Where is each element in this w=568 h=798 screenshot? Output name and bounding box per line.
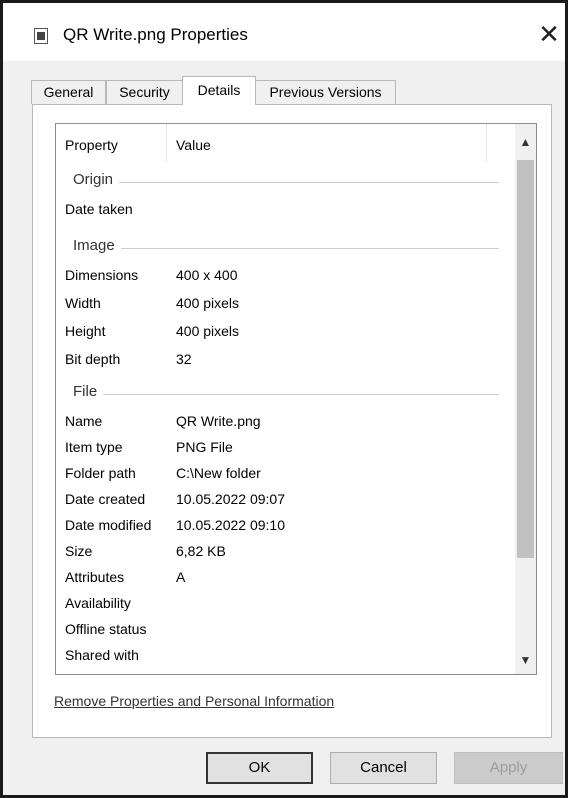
list-item[interactable]: Date taken [56, 196, 516, 224]
tab-strip: General Security Details Previous Versio… [31, 76, 551, 105]
column-divider[interactable] [166, 124, 167, 162]
list-item[interactable]: Date created 10.05.2022 09:07 [56, 486, 516, 514]
list-item[interactable]: Dimensions 400 x 400 [56, 262, 516, 290]
property-name: Width [65, 295, 101, 311]
list-item[interactable]: Attributes A [56, 564, 516, 592]
property-value: 400 x 400 [176, 267, 238, 283]
list-item[interactable]: Bit depth 32 [56, 346, 516, 374]
property-value: PNG File [176, 439, 233, 455]
details-list[interactable]: Property Value Origin Date taken Image D… [55, 123, 537, 675]
column-header-property[interactable]: Property [65, 137, 118, 153]
list-item[interactable]: Item type PNG File [56, 434, 516, 462]
close-button[interactable]: ✕ [535, 19, 563, 49]
title-bar: QR Write.png Properties ✕ [3, 3, 565, 61]
property-name: Size [65, 543, 93, 559]
group-divider [73, 182, 499, 183]
list-item[interactable]: Folder path C:\New folder [56, 460, 516, 488]
property-name: Date created [65, 491, 146, 507]
property-name: Shared with [65, 647, 139, 663]
list-header: Property Value [56, 124, 516, 164]
property-name: Height [65, 323, 106, 339]
list-item[interactable]: Date modified 10.05.2022 09:10 [56, 512, 516, 540]
property-value: A [176, 569, 186, 585]
group-label: File [73, 383, 104, 400]
scrollbar-thumb[interactable] [517, 160, 534, 558]
property-value: 10.05.2022 09:07 [176, 491, 285, 507]
property-value: 400 pixels [176, 295, 240, 311]
column-header-value[interactable]: Value [176, 137, 211, 153]
property-name: Offline status [65, 621, 147, 637]
ok-button[interactable]: OK [206, 752, 313, 784]
group-divider [73, 394, 499, 395]
group-label: Origin [73, 171, 120, 188]
property-value: 6,82 KB [176, 543, 226, 559]
group-header-file: File [56, 383, 516, 407]
list-item[interactable]: Availability [56, 590, 516, 618]
list-item[interactable]: Offline status [56, 616, 516, 644]
remove-properties-link[interactable]: Remove Properties and Personal Informati… [54, 693, 334, 709]
list-item[interactable]: Shared with [56, 642, 516, 670]
apply-button[interactable]: Apply [454, 752, 563, 784]
property-name: Item type [65, 439, 123, 455]
property-name: Folder path [65, 465, 136, 481]
column-divider[interactable] [486, 124, 487, 162]
properties-dialog: QR Write.png Properties ✕ General Securi… [0, 0, 568, 798]
window-title: QR Write.png Properties [63, 25, 248, 44]
property-value: 400 pixels [176, 323, 240, 339]
cancel-button[interactable]: Cancel [330, 752, 437, 784]
property-name: Bit depth [65, 351, 121, 367]
property-value: QR Write.png [176, 413, 261, 429]
chevron-down-icon[interactable]: ▼ [515, 648, 536, 672]
property-value: 10.05.2022 09:10 [176, 517, 285, 533]
tab-details[interactable]: Details [182, 76, 256, 105]
group-label: Image [73, 237, 121, 254]
tab-previous-versions[interactable]: Previous Versions [255, 80, 396, 104]
image-file-icon [34, 28, 48, 44]
vertical-scrollbar[interactable]: ▲ ▼ [515, 124, 536, 674]
list-item[interactable]: Height 400 pixels [56, 318, 516, 346]
tab-general[interactable]: General [31, 80, 106, 104]
property-name: Name [65, 413, 103, 429]
property-name: Dimensions [65, 267, 139, 283]
chevron-up-icon[interactable]: ▲ [515, 130, 536, 154]
group-header-origin: Origin [56, 171, 516, 195]
group-divider [73, 248, 499, 249]
property-name: Attributes [65, 569, 125, 585]
list-item[interactable]: Name QR Write.png [56, 408, 516, 436]
tab-security[interactable]: Security [106, 80, 183, 104]
list-item[interactable]: Size 6,82 KB [56, 538, 516, 566]
property-name: Availability [65, 595, 131, 611]
group-header-image: Image [56, 237, 516, 261]
property-name: Date modified [65, 517, 152, 533]
property-name: Date taken [65, 201, 133, 217]
list-item[interactable]: Width 400 pixels [56, 290, 516, 318]
property-value: 32 [176, 351, 192, 367]
property-value: C:\New folder [176, 465, 261, 481]
